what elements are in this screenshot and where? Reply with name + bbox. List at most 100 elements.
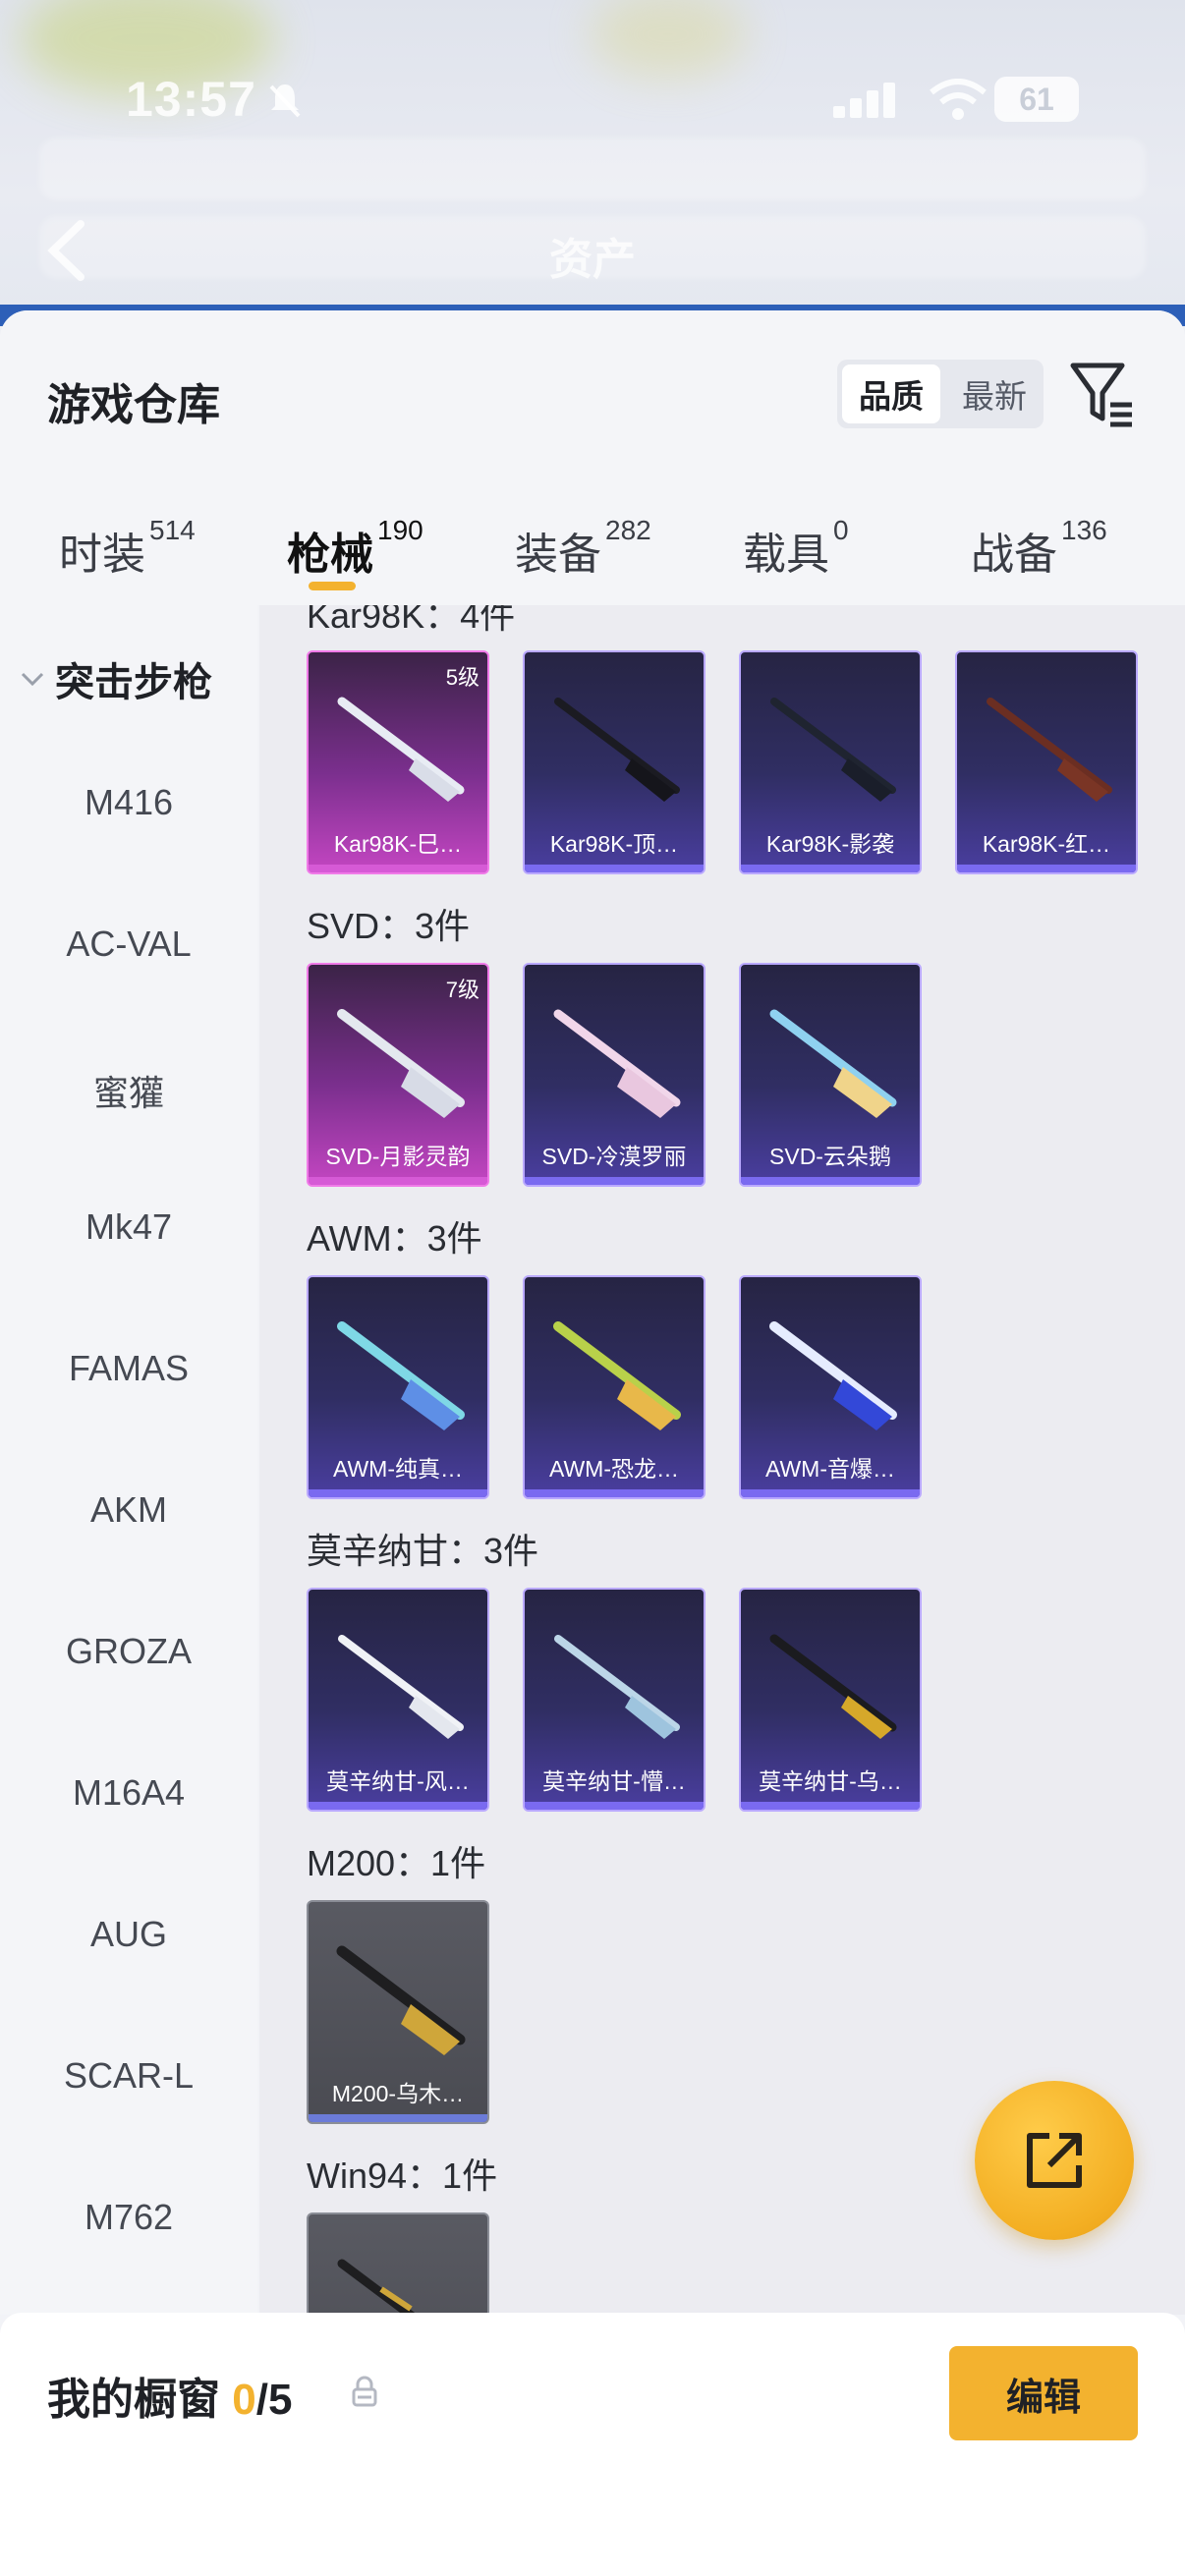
item-name: AWM-纯真… (332, 1456, 463, 1482)
item-name: AWM-音爆… (764, 1456, 895, 1482)
tab-count: 0 (833, 515, 849, 545)
item-name: SVD-云朵鹅 (769, 1144, 891, 1169)
item-name: 莫辛纳甘-懵… (542, 1768, 686, 1794)
tab-fashion[interactable]: 时装 514 (59, 507, 196, 605)
section-title: Kar98K：4件 (307, 605, 516, 636)
item-name: M200-乌木… (331, 2081, 465, 2106)
showcase-total-count: /5 (255, 2376, 293, 2424)
wifi-icon (930, 79, 987, 120)
share-button[interactable] (975, 2081, 1134, 2240)
sidebar-item[interactable]: Mk47 (0, 1206, 257, 1248)
top-nav-bar: 资产 (0, 196, 1185, 305)
item-card[interactable]: AWM-纯真… (307, 1275, 489, 1499)
rifle-icon (337, 2259, 418, 2315)
item-name: Kar98K-巳… (333, 831, 463, 857)
tab-label: 载具 (743, 531, 829, 579)
sidebar-item[interactable]: AKM (0, 1489, 257, 1531)
section-title: M200：1件 (307, 1843, 486, 1883)
rifle-icon (337, 1321, 465, 1430)
sidebar-item[interactable]: AC-VAL (0, 924, 257, 965)
item-card[interactable]: 莫辛纳甘-乌… (739, 1588, 922, 1812)
page-title: 资产 (549, 236, 636, 284)
sidebar-item[interactable]: 蜜獾 (0, 1065, 257, 1116)
rifle-icon (338, 1635, 464, 1739)
sidebar-item[interactable]: GROZA (0, 1631, 257, 1672)
sidebar-category-assault-rifle[interactable]: 突击步枪 (18, 650, 212, 707)
item-name: 莫辛纳甘-乌… (759, 1768, 902, 1794)
tab-count: 190 (377, 515, 423, 545)
sidebar-item[interactable]: M16A4 (0, 1772, 257, 1814)
section-title: SVD：3件 (307, 906, 471, 946)
tab-label: 装备 (515, 531, 601, 579)
sidebar-item[interactable]: M416 (0, 782, 257, 823)
bell-muted-icon (269, 84, 301, 118)
item-card[interactable]: AWM-音爆… (739, 1275, 922, 1499)
showcase-panel: 我的橱窗 0/5 编辑 (0, 2313, 1185, 2576)
tab-label: 时装 (59, 531, 145, 579)
sidebar-item[interactable]: FAMAS (0, 1348, 257, 1389)
share-external-icon (1027, 2133, 1082, 2188)
item-grid: Kar98K：4件 5级 Kar98K-巳… Kar98K-顶… Kar98K-… (259, 605, 1185, 2315)
tab-vehicles[interactable]: 载具 0 (743, 507, 849, 605)
rifle-icon (769, 1634, 897, 1739)
tab-supplies[interactable]: 战备 136 (971, 507, 1107, 605)
status-bar: 13:57 61 (0, 59, 1185, 138)
section-title: 莫辛纳甘：3件 (307, 1531, 539, 1571)
item-card[interactable]: M200-乌木… (307, 1900, 489, 2124)
item-name: SVD-月影灵韵 (325, 1144, 471, 1169)
sidebar-item[interactable]: M762 (0, 2197, 257, 2238)
section-title: AWM：3件 (307, 1218, 482, 1259)
rifle-icon (769, 1009, 897, 1118)
item-name: SVD-冷漠罗丽 (541, 1144, 687, 1169)
item-card[interactable]: Kar98K-影袭 (739, 650, 922, 874)
item-card[interactable]: Kar98K-顶… (523, 650, 705, 874)
rifle-icon (337, 697, 465, 802)
section-title: Win94：1件 (307, 2156, 498, 2196)
tab-equipment[interactable]: 装备 282 (515, 507, 651, 605)
lock-icon (352, 2376, 377, 2407)
battery-indicator: 61 (994, 77, 1079, 122)
rifle-icon (553, 1009, 681, 1118)
sort-option-newest[interactable]: 最新 (945, 360, 1044, 428)
warehouse-sheet: 游戏仓库 品质 最新 时装 514 枪械 190 装备 282 载具 0 战备 … (0, 310, 1185, 2576)
category-tabs: 时装 514 枪械 190 装备 282 载具 0 战备 136 (0, 507, 1185, 615)
chevron-down-icon (21, 672, 44, 687)
item-card[interactable]: 7级 SVD-月影灵韵 (307, 963, 489, 1187)
tab-count: 136 (1061, 515, 1107, 545)
item-card[interactable]: SVD-冷漠罗丽 (523, 963, 705, 1187)
tab-count: 282 (605, 515, 651, 545)
item-card[interactable]: Kar98K-红… (955, 650, 1138, 874)
tab-guns[interactable]: 枪械 190 (287, 507, 423, 605)
status-time: 13:57 (126, 72, 256, 127)
item-card[interactable]: AWM-恐龙… (523, 1275, 705, 1499)
item-card[interactable] (307, 2212, 489, 2315)
item-card[interactable]: 莫辛纳甘-风… (307, 1588, 489, 1812)
edit-button[interactable]: 编辑 (949, 2346, 1138, 2440)
item-name: Kar98K-影袭 (765, 831, 895, 857)
active-tab-indicator (309, 582, 356, 590)
rifle-icon (770, 698, 896, 802)
filter-icon[interactable] (1069, 360, 1136, 430)
rifle-icon (337, 1009, 465, 1118)
item-name: Kar98K-顶… (549, 831, 679, 857)
cellular-signal-icon (833, 83, 895, 118)
item-card[interactable]: 5级 Kar98K-巳… (307, 650, 489, 874)
sidebar-category-label: 突击步枪 (55, 661, 212, 704)
sidebar-item[interactable]: SCAR-L (0, 2055, 257, 2097)
rifle-icon (554, 698, 680, 802)
item-name: 莫辛纳甘-风… (326, 1768, 470, 1794)
item-level: 7级 (445, 978, 480, 1002)
tab-count: 514 (149, 515, 196, 545)
tab-label: 战备 (971, 531, 1057, 579)
showcase-used-count: 0 (232, 2376, 256, 2424)
rifle-icon (987, 698, 1112, 802)
item-card[interactable]: 莫辛纳甘-懵… (523, 1588, 705, 1812)
item-name: AWM-恐龙… (548, 1456, 679, 1482)
sort-option-quality[interactable]: 品质 (842, 364, 940, 423)
sidebar-item[interactable]: AUG (0, 1914, 257, 1955)
rifle-icon (769, 1321, 897, 1430)
rifle-icon (553, 1321, 681, 1430)
item-card[interactable]: SVD-云朵鹅 (739, 963, 922, 1187)
weapon-type-sidebar: 突击步枪 M416 AC-VAL 蜜獾 Mk47 FAMAS AKM GROZA… (0, 605, 257, 2315)
rifle-icon (554, 1635, 680, 1739)
